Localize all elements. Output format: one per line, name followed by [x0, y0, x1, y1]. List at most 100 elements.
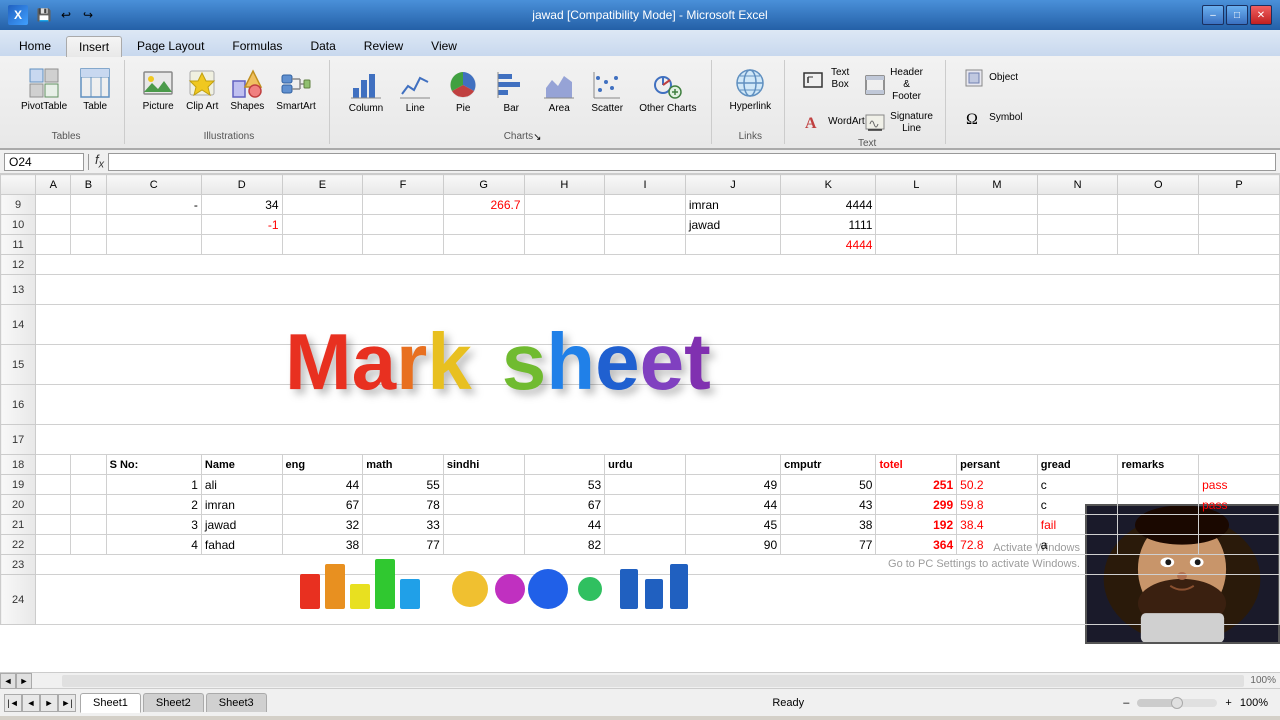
- cell-D19[interactable]: ali: [201, 475, 282, 495]
- scroll-right-button[interactable]: ►: [16, 673, 32, 689]
- cell-D10[interactable]: -1: [201, 215, 282, 235]
- cell-C10[interactable]: [106, 215, 201, 235]
- cell-J20[interactable]: 44: [685, 495, 780, 515]
- cell-D11[interactable]: [201, 235, 282, 255]
- formula-input[interactable]: [108, 153, 1276, 171]
- cell-B10[interactable]: [71, 215, 106, 235]
- cell-F22[interactable]: 77: [363, 535, 444, 555]
- cell-P21[interactable]: [1199, 515, 1280, 535]
- cell-E10[interactable]: [282, 215, 363, 235]
- cell-F11[interactable]: [363, 235, 444, 255]
- cell-row13[interactable]: [36, 275, 1280, 305]
- tab-page-layout[interactable]: Page Layout: [124, 35, 217, 56]
- cell-row12[interactable]: [36, 255, 1280, 275]
- cell-J21[interactable]: 45: [685, 515, 780, 535]
- cell-D21[interactable]: jawad: [201, 515, 282, 535]
- cell-A21[interactable]: [36, 515, 71, 535]
- cell-C19[interactable]: 1: [106, 475, 201, 495]
- cell-H10[interactable]: [524, 215, 605, 235]
- cell-N18[interactable]: gread: [1037, 455, 1118, 475]
- sheet-tab-1[interactable]: Sheet1: [80, 693, 141, 713]
- cell-K18[interactable]: cmputr: [781, 455, 876, 475]
- signature-line-button[interactable]: Signature Line: [859, 108, 919, 138]
- zoom-plus[interactable]: +: [1225, 697, 1231, 709]
- tab-review[interactable]: Review: [351, 35, 416, 56]
- tab-home[interactable]: Home: [6, 35, 64, 56]
- cell-O20[interactable]: [1118, 495, 1199, 515]
- tab-formulas[interactable]: Formulas: [219, 35, 295, 56]
- cell-row14[interactable]: [36, 305, 1280, 345]
- tab-insert[interactable]: Insert: [66, 36, 122, 57]
- cell-H18[interactable]: [524, 455, 605, 475]
- cell-H20[interactable]: 67: [524, 495, 605, 515]
- cell-N22[interactable]: a: [1037, 535, 1118, 555]
- cell-O21[interactable]: [1118, 515, 1199, 535]
- redo-button[interactable]: ↪: [78, 5, 98, 25]
- cell-K10[interactable]: 1111: [781, 215, 876, 235]
- pie-chart-button[interactable]: Pie: [440, 64, 486, 120]
- cell-M10[interactable]: [957, 215, 1038, 235]
- text-box-button[interactable]: Text Box: [797, 64, 857, 94]
- cell-N20[interactable]: c: [1037, 495, 1118, 515]
- charts-dialog-launcher[interactable]: ↘: [533, 132, 541, 143]
- cell-N11[interactable]: [1037, 235, 1118, 255]
- cell-H22[interactable]: 82: [524, 535, 605, 555]
- cell-O22[interactable]: [1118, 535, 1199, 555]
- header-footer-button[interactable]: Header & Footer: [859, 64, 919, 106]
- cell-B18[interactable]: [71, 455, 106, 475]
- zoom-minus[interactable]: –: [1123, 697, 1129, 709]
- cell-B11[interactable]: [71, 235, 106, 255]
- cell-P22[interactable]: [1199, 535, 1280, 555]
- cell-B19[interactable]: [71, 475, 106, 495]
- cell-P19[interactable]: pass: [1199, 475, 1280, 495]
- cell-P10[interactable]: [1199, 215, 1280, 235]
- sheet-tab-3[interactable]: Sheet3: [206, 693, 267, 712]
- cell-P9[interactable]: [1199, 195, 1280, 215]
- scatter-chart-button[interactable]: Scatter: [584, 64, 630, 120]
- sheet-nav-next[interactable]: ►: [40, 694, 58, 712]
- cell-F21[interactable]: 33: [363, 515, 444, 535]
- picture-button[interactable]: Picture: [137, 64, 179, 116]
- cell-row17[interactable]: [36, 425, 1280, 455]
- cell-B9[interactable]: [71, 195, 106, 215]
- shapes-button[interactable]: Shapes: [225, 64, 269, 116]
- cell-M22[interactable]: 72.8: [957, 535, 1038, 555]
- minimize-button[interactable]: –: [1202, 5, 1224, 25]
- cell-F10[interactable]: [363, 215, 444, 235]
- cell-K19[interactable]: 50: [781, 475, 876, 495]
- sheet-tab-2[interactable]: Sheet2: [143, 693, 204, 712]
- sheet-nav-prev[interactable]: ◄: [22, 694, 40, 712]
- cell-D20[interactable]: imran: [201, 495, 282, 515]
- cell-E18[interactable]: eng: [282, 455, 363, 475]
- cell-row23[interactable]: [36, 555, 1280, 575]
- cell-E9[interactable]: [282, 195, 363, 215]
- cell-O9[interactable]: [1118, 195, 1199, 215]
- cell-M11[interactable]: [957, 235, 1038, 255]
- cell-F19[interactable]: 55: [363, 475, 444, 495]
- cell-G21[interactable]: [443, 515, 524, 535]
- cell-A22[interactable]: [36, 535, 71, 555]
- cell-I11[interactable]: [605, 235, 686, 255]
- cell-L18[interactable]: totel: [876, 455, 957, 475]
- cell-H11[interactable]: [524, 235, 605, 255]
- cell-N10[interactable]: [1037, 215, 1118, 235]
- cell-L21[interactable]: 192: [876, 515, 957, 535]
- cell-G22[interactable]: [443, 535, 524, 555]
- other-charts-button[interactable]: Other Charts: [632, 64, 703, 120]
- cell-H21[interactable]: 44: [524, 515, 605, 535]
- cell-L11[interactable]: [876, 235, 957, 255]
- cell-J18[interactable]: [685, 455, 780, 475]
- symbol-button[interactable]: Ω Symbol: [958, 104, 1027, 132]
- cell-E22[interactable]: 38: [282, 535, 363, 555]
- cell-G9[interactable]: 266.7: [443, 195, 524, 215]
- tab-view[interactable]: View: [418, 35, 470, 56]
- cell-A9[interactable]: [36, 195, 71, 215]
- cell-row16[interactable]: [36, 385, 1280, 425]
- cell-M21[interactable]: 38.4: [957, 515, 1038, 535]
- undo-button[interactable]: ↩: [56, 5, 76, 25]
- line-chart-button[interactable]: Line: [392, 64, 438, 120]
- zoom-slider-track[interactable]: [1137, 699, 1217, 707]
- cell-H19[interactable]: 53: [524, 475, 605, 495]
- tab-data[interactable]: Data: [297, 35, 348, 56]
- cell-C9[interactable]: -: [106, 195, 201, 215]
